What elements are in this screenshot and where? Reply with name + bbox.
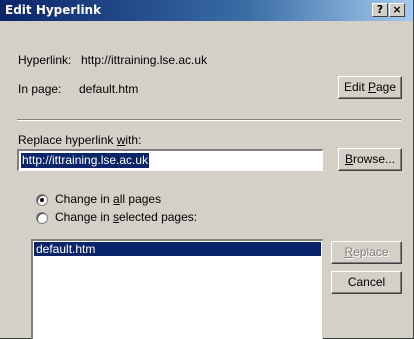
browse-button[interactable]: Browse... [338,148,402,171]
radio-all-pages[interactable] [36,194,48,206]
cancel-button[interactable]: Cancel [331,271,402,294]
replace-url-input[interactable]: http://ittraining.lse.ac.uk [17,149,323,171]
radio-all-pages-label[interactable]: Change in all pages [55,192,161,206]
edit-page-button[interactable]: Edit Page [338,76,402,99]
radio-selected-pages-label[interactable]: Change in selected pages: [55,210,197,224]
title-bar[interactable]: Edit Hyperlink ? × [0,0,413,21]
replace-url-value: http://ittraining.lse.ac.uk [21,153,150,168]
hyperlink-label: Hyperlink: [18,53,72,67]
help-button[interactable]: ? [372,3,388,17]
list-item[interactable]: default.htm [34,242,321,256]
edit-hyperlink-dialog: Edit Hyperlink ? × Hyperlink: http://itt… [0,0,414,339]
separator [17,119,401,121]
in-page-value: default.htm [79,82,139,96]
dialog-title: Edit Hyperlink [5,3,102,17]
radio-selected-pages[interactable] [36,212,48,224]
in-page-label: In page: [18,82,62,96]
replace-button[interactable]: Replace [331,241,402,264]
hyperlink-value: http://ittraining.lse.ac.uk [81,53,208,67]
replace-with-label: Replace hyperlink with: [18,133,142,147]
close-button[interactable]: × [389,3,405,17]
pages-listbox[interactable]: default.htm [31,239,323,339]
